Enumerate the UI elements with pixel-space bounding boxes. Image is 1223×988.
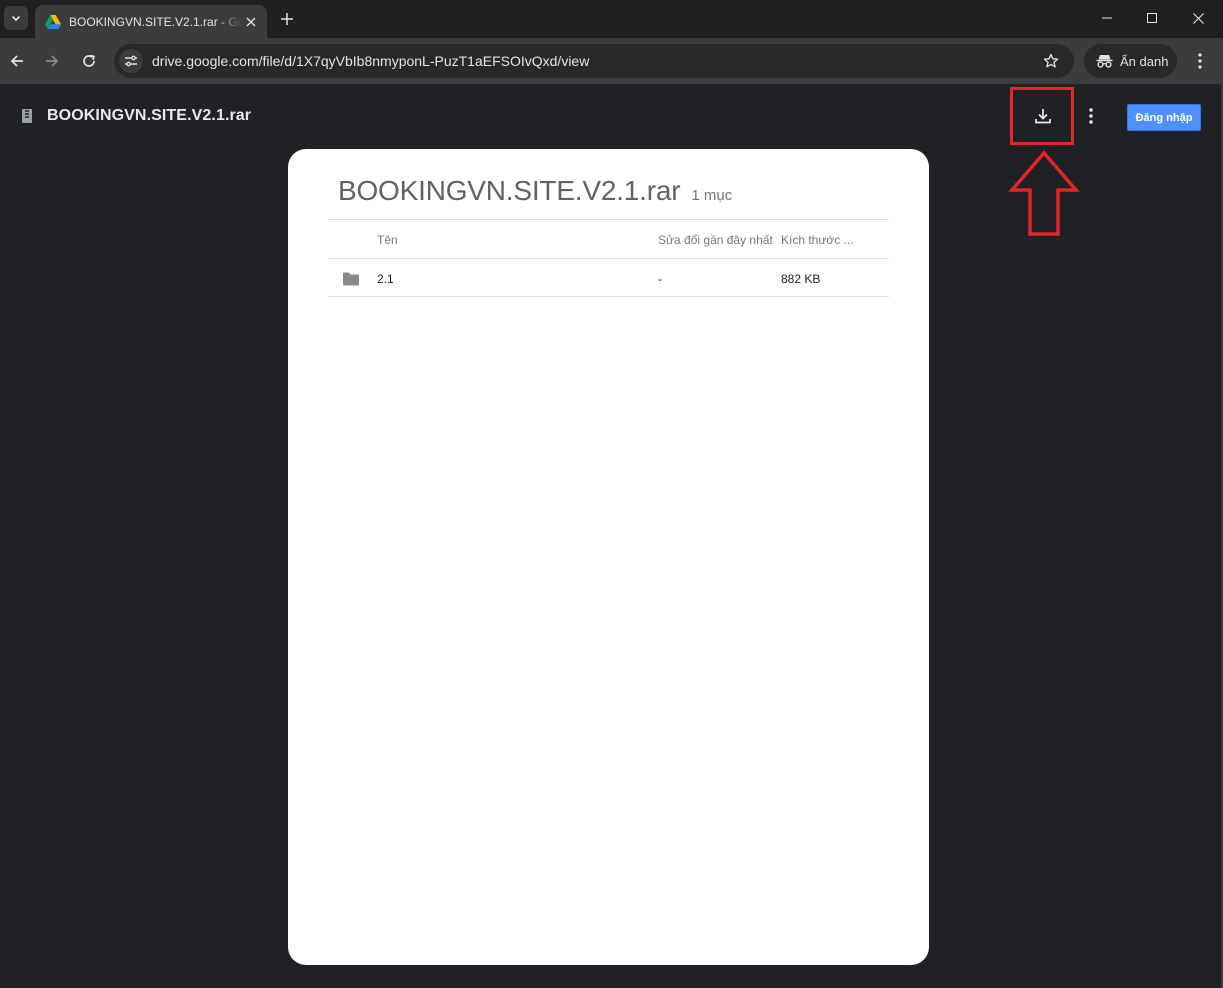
- annotation-arrow-up-icon: [1008, 150, 1080, 236]
- forward-button[interactable]: [40, 49, 64, 73]
- incognito-button[interactable]: Ẩn danh: [1084, 44, 1177, 78]
- viewer-title: BOOKINGVN.SITE.V2.1.rar: [47, 107, 252, 124]
- chevron-down-icon: [11, 15, 21, 22]
- browser-menu-button[interactable]: [1188, 49, 1212, 73]
- archive-file-icon: [22, 109, 32, 123]
- archive-header: BOOKINGVN.SITE.V2.1.rar 1 mục: [338, 175, 732, 207]
- archive-title: BOOKINGVN.SITE.V2.1.rar: [338, 175, 681, 206]
- star-icon: [1043, 53, 1059, 68]
- more-actions-button[interactable]: [1080, 104, 1102, 128]
- maximize-icon: [1147, 13, 1157, 23]
- reload-button[interactable]: [77, 49, 101, 73]
- annotation-highlight-box: [1010, 87, 1074, 145]
- minimize-icon: [1102, 17, 1112, 19]
- row-size: 882 KB: [781, 271, 821, 286]
- site-info-button[interactable]: [119, 49, 143, 73]
- archive-table: Tên Sửa đổi gần đây nhất Kích thước ... …: [328, 219, 889, 297]
- arrow-right-icon: [46, 55, 59, 67]
- tab-title: BOOKINGVN.SITE.V2.1.rar - Google Drive: [69, 14, 243, 29]
- incognito-label: Ẩn danh: [1120, 53, 1169, 69]
- tab-search-button[interactable]: [4, 6, 28, 30]
- browser-toolbar: drive.google.com/file/d/1X7qyVbIb8nmypon…: [0, 38, 1223, 84]
- maximize-button[interactable]: [1129, 0, 1175, 36]
- tab-close-icon[interactable]: [243, 14, 259, 30]
- column-header-modified[interactable]: Sửa đổi gần đây nhất: [658, 220, 773, 259]
- close-icon: [1192, 12, 1204, 24]
- sign-in-button[interactable]: Đăng nhập: [1127, 104, 1201, 131]
- tune-icon: [125, 55, 137, 67]
- back-button[interactable]: [5, 49, 29, 73]
- more-vert-icon: [1089, 108, 1093, 124]
- table-row[interactable]: 2.1 - 882 KB: [328, 258, 889, 297]
- url-text[interactable]: drive.google.com/file/d/1X7qyVbIb8nmypon…: [152, 53, 1039, 69]
- reload-icon: [83, 54, 96, 67]
- column-header-name[interactable]: Tên: [377, 220, 398, 259]
- bookmark-button[interactable]: [1039, 49, 1063, 73]
- plus-icon: [281, 13, 293, 25]
- item-count: 1 mục: [691, 187, 733, 204]
- table-header-row: Tên Sửa đổi gần đây nhất Kích thước ...: [328, 219, 889, 258]
- address-bar[interactable]: drive.google.com/file/d/1X7qyVbIb8nmypon…: [114, 44, 1074, 78]
- google-drive-icon: [45, 14, 61, 29]
- browser-tab[interactable]: BOOKINGVN.SITE.V2.1.rar - Google Drive: [35, 5, 267, 38]
- minimize-button[interactable]: [1084, 0, 1130, 36]
- arrow-left-icon: [10, 55, 23, 67]
- new-tab-button[interactable]: [276, 8, 298, 30]
- more-vert-icon: [1198, 53, 1202, 69]
- browser-titlebar: BOOKINGVN.SITE.V2.1.rar - Google Drive: [0, 0, 1223, 38]
- incognito-icon: [1096, 55, 1113, 68]
- row-name: 2.1: [377, 271, 394, 286]
- close-window-button[interactable]: [1175, 0, 1221, 36]
- drive-viewer: BOOKINGVN.SITE.V2.1.rar Đăng nhập BOOKIN…: [0, 84, 1223, 988]
- folder-icon: [342, 259, 360, 298]
- archive-card: BOOKINGVN.SITE.V2.1.rar 1 mục Tên Sửa đổ…: [288, 149, 929, 965]
- row-modified: -: [658, 271, 662, 286]
- column-header-size[interactable]: Kích thước ...: [781, 220, 854, 259]
